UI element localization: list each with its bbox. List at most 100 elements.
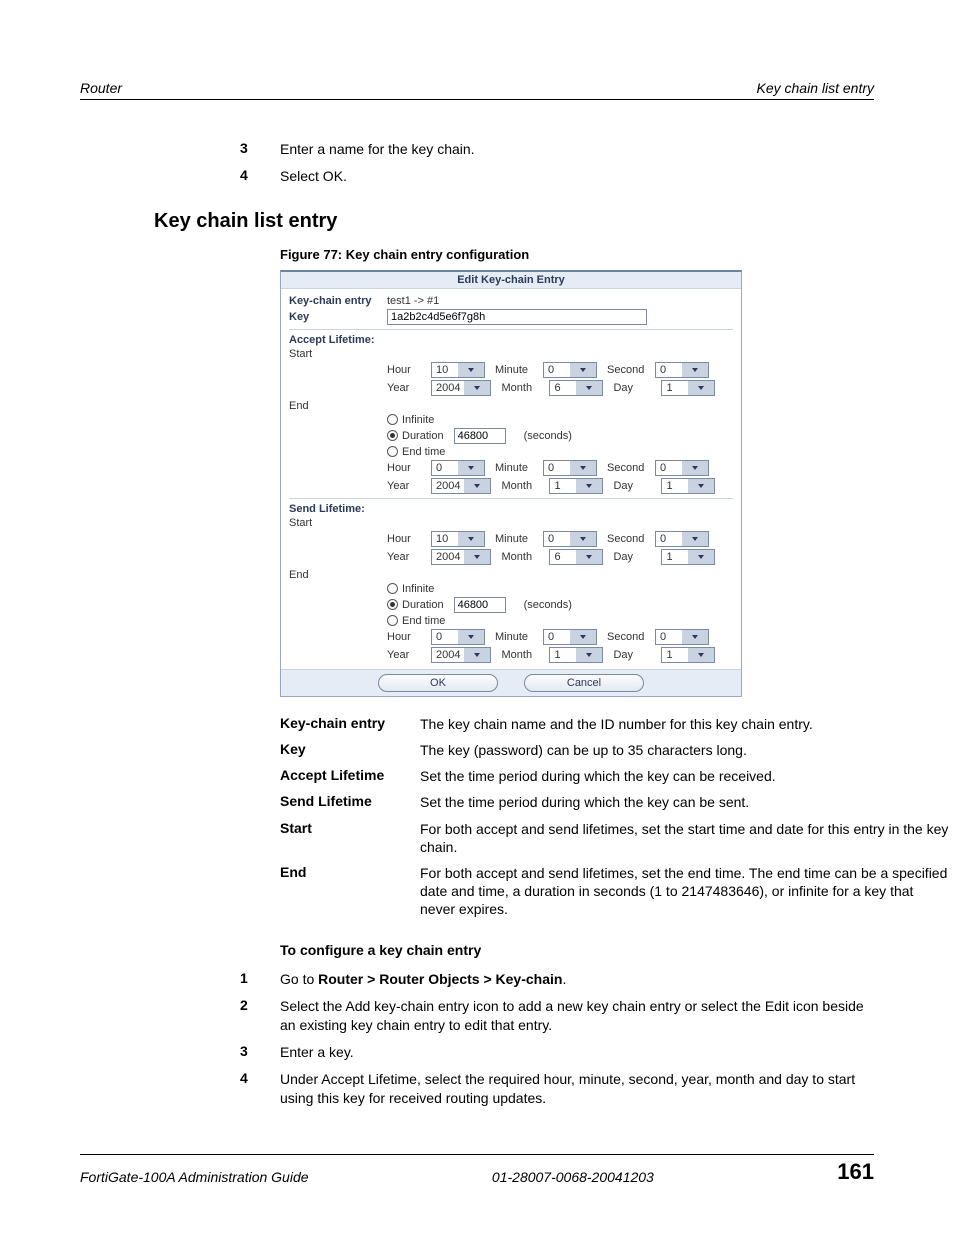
year-label: Year (387, 480, 431, 492)
send-end-duration-input[interactable] (454, 597, 506, 613)
footer-center: 01-28007-0068-20041203 (492, 1169, 654, 1185)
send-end-minute-select[interactable]: 0 (543, 629, 597, 645)
year-label: Year (387, 551, 431, 563)
chevron-down-icon (458, 461, 484, 475)
section-heading: Key chain list entry (154, 210, 874, 233)
def-term: Key-chain entry (280, 715, 420, 733)
chevron-down-icon (458, 532, 484, 546)
accept-end-day-select[interactable]: 1 (661, 478, 715, 494)
accept-end-hour-select[interactable]: 0 (431, 460, 485, 476)
month-label: Month (501, 649, 549, 661)
accept-start-label: Start (289, 348, 387, 360)
chevron-down-icon (570, 363, 596, 377)
send-end-year-select[interactable]: 2004 (431, 647, 491, 663)
send-end-day-select[interactable]: 1 (661, 647, 715, 663)
second-label: Second (607, 364, 655, 376)
accept-end-endtime-radio[interactable] (387, 446, 398, 457)
send-start-hour-select[interactable]: 10 (431, 531, 485, 547)
figure-caption: Figure 77: Key chain entry configuration (280, 247, 874, 262)
definitions-table: Key-chain entryThe key chain name and th… (280, 715, 950, 919)
accept-end-duration-input[interactable] (454, 428, 506, 444)
chevron-down-icon (576, 479, 602, 493)
chevron-down-icon (688, 550, 714, 564)
hour-label: Hour (387, 364, 431, 376)
day-label: Day (613, 480, 661, 492)
send-lifetime-label: Send Lifetime: (289, 503, 733, 515)
def-desc: Set the time period during which the key… (420, 767, 950, 785)
endtime-label: End time (402, 446, 445, 458)
step-number: 2 (240, 997, 280, 1035)
header-left: Router (80, 80, 122, 96)
infinite-label: Infinite (402, 583, 434, 595)
year-label: Year (387, 382, 431, 394)
def-term: Send Lifetime (280, 793, 420, 811)
hour-label: Hour (387, 462, 431, 474)
minute-label: Minute (495, 631, 543, 643)
chevron-down-icon (464, 381, 490, 395)
step-number: 4 (240, 1070, 280, 1108)
chevron-down-icon (464, 479, 490, 493)
cancel-button[interactable]: Cancel (524, 674, 644, 692)
send-start-minute-select[interactable]: 0 (543, 531, 597, 547)
send-start-day-select[interactable]: 1 (661, 549, 715, 565)
day-label: Day (613, 649, 661, 661)
send-end-month-select[interactable]: 1 (549, 647, 603, 663)
step-text: Enter a key. (280, 1043, 874, 1062)
year-label: Year (387, 649, 431, 661)
chevron-down-icon (576, 648, 602, 662)
step-text: Go to Router > Router Objects > Key-chai… (280, 970, 874, 989)
accept-end-second-select[interactable]: 0 (655, 460, 709, 476)
step-number: 3 (240, 1043, 280, 1062)
def-term: Key (280, 741, 420, 759)
send-start-second-select[interactable]: 0 (655, 531, 709, 547)
accept-start-second-select[interactable]: 0 (655, 362, 709, 378)
send-start-year-select[interactable]: 2004 (431, 549, 491, 565)
accept-end-label: End (289, 400, 387, 412)
second-label: Second (607, 533, 655, 545)
seconds-label: (seconds) (524, 430, 572, 442)
key-label: Key (289, 311, 387, 323)
minute-label: Minute (495, 533, 543, 545)
send-end-endtime-radio[interactable] (387, 615, 398, 626)
configure-steps: 1 Go to Router > Router Objects > Key-ch… (240, 970, 874, 1107)
minute-label: Minute (495, 462, 543, 474)
def-term: End (280, 864, 420, 919)
send-start-label: Start (289, 517, 387, 529)
panel-title: Edit Key-chain Entry (281, 272, 741, 289)
send-end-infinite-radio[interactable] (387, 583, 398, 594)
page-number: 161 (837, 1159, 874, 1185)
accept-end-minute-select[interactable]: 0 (543, 460, 597, 476)
step-text: Under Accept Lifetime, select the requir… (280, 1070, 874, 1108)
chevron-down-icon (464, 648, 490, 662)
accept-lifetime-label: Accept Lifetime: (289, 334, 733, 346)
chevron-down-icon (682, 532, 708, 546)
chevron-down-icon (682, 461, 708, 475)
chevron-down-icon (464, 550, 490, 564)
accept-end-month-select[interactable]: 1 (549, 478, 603, 494)
accept-start-month-select[interactable]: 6 (549, 380, 603, 396)
month-label: Month (501, 382, 549, 394)
accept-end-year-select[interactable]: 2004 (431, 478, 491, 494)
accept-end-duration-radio[interactable] (387, 430, 398, 441)
chevron-down-icon (688, 648, 714, 662)
send-end-second-select[interactable]: 0 (655, 629, 709, 645)
key-input[interactable] (387, 309, 647, 325)
chevron-down-icon (688, 381, 714, 395)
ok-button[interactable]: OK (378, 674, 498, 692)
step-number: 1 (240, 970, 280, 989)
keychain-config-panel: Edit Key-chain Entry Key-chain entry tes… (280, 270, 742, 697)
send-start-month-select[interactable]: 6 (549, 549, 603, 565)
accept-start-day-select[interactable]: 1 (661, 380, 715, 396)
minute-label: Minute (495, 364, 543, 376)
accept-start-hour-select[interactable]: 10 (431, 362, 485, 378)
send-end-hour-select[interactable]: 0 (431, 629, 485, 645)
accept-start-minute-select[interactable]: 0 (543, 362, 597, 378)
send-end-duration-radio[interactable] (387, 599, 398, 610)
hour-label: Hour (387, 631, 431, 643)
chevron-down-icon (682, 363, 708, 377)
chevron-down-icon (458, 363, 484, 377)
accept-start-year-select[interactable]: 2004 (431, 380, 491, 396)
seconds-label: (seconds) (524, 599, 572, 611)
chevron-down-icon (458, 630, 484, 644)
accept-end-infinite-radio[interactable] (387, 414, 398, 425)
